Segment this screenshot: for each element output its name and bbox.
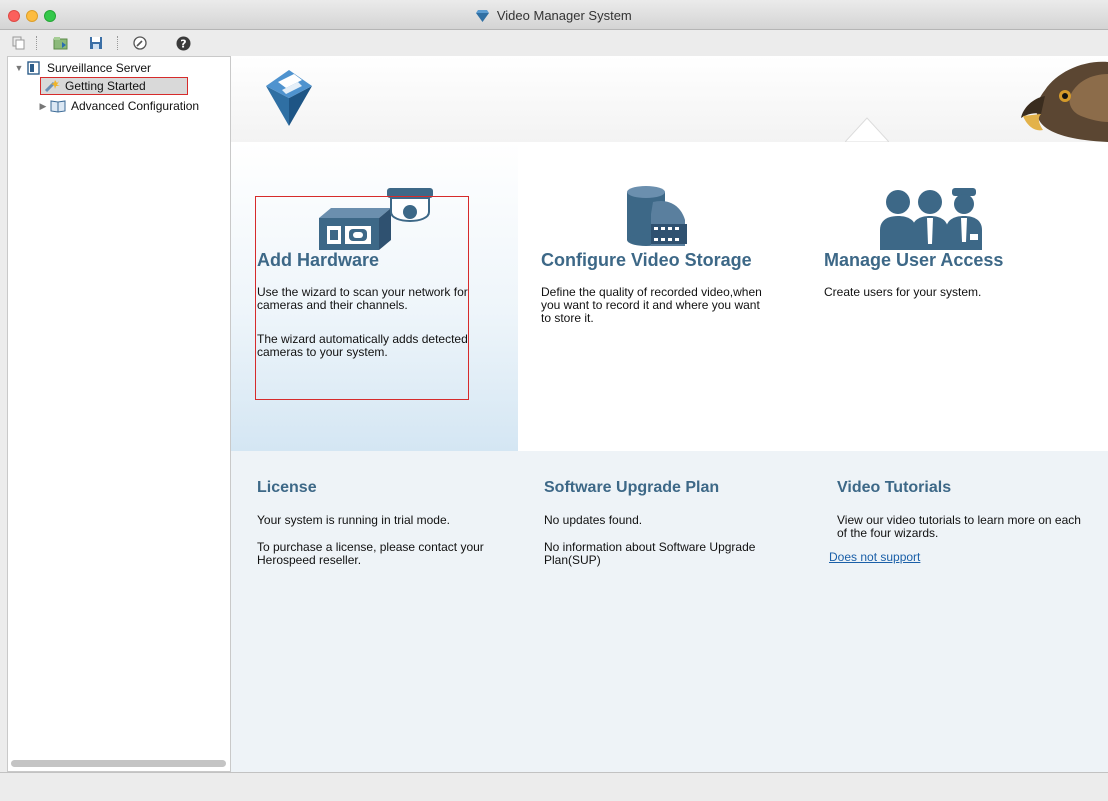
wizard-title: Manage User Access <box>824 250 1004 270</box>
server-icon <box>27 61 40 75</box>
copy-icon[interactable] <box>10 34 28 52</box>
tree-item-surveillance-server[interactable]: ▼ Surveillance Server <box>12 59 152 77</box>
license-text: To purchase a license, please contact yo… <box>257 540 484 567</box>
svg-text:?: ? <box>180 37 186 50</box>
wizard-description: Use the wizard to scan your network for … <box>257 285 468 312</box>
book-icon <box>50 100 66 113</box>
toolbar-separator <box>117 36 118 50</box>
license-text: Your system is running in trial mode. <box>257 513 450 527</box>
license-title: License <box>257 479 317 496</box>
wizard-description: Define the quality of recorded video,whe… <box>541 285 762 325</box>
save-icon[interactable] <box>87 34 105 52</box>
upgrade-title: Software Upgrade Plan <box>544 479 720 496</box>
wizard-icon <box>44 80 60 93</box>
tutorials-title: Video Tutorials <box>837 479 952 496</box>
title-bar: Video Manager System <box>0 0 1108 30</box>
main-content: Add Hardware Use the wizard to scan your… <box>231 56 1108 772</box>
wizard-title: Configure Video Storage <box>541 250 752 270</box>
banner <box>231 56 1108 142</box>
status-bar <box>0 772 1108 801</box>
wizard-section: Add Hardware Use the wizard to scan your… <box>231 142 1108 451</box>
wizard-title: Add Hardware <box>257 250 380 270</box>
banner-notch <box>845 117 889 142</box>
info-section: License Your system is running in trial … <box>231 451 1108 772</box>
hardware-camera-icon <box>319 188 433 250</box>
toolbar: ? <box>0 30 1108 56</box>
upgrade-text: No information about Software Upgrade Pl… <box>544 540 756 567</box>
tree-item-advanced-configuration[interactable]: ▶ Advanced Configuration <box>36 97 200 115</box>
users-icon <box>880 188 982 250</box>
tree-item-label: Surveillance Server <box>47 61 152 75</box>
window-title: Video Manager System <box>496 8 632 23</box>
navigation-tree: ▼ Surveillance Server Getting Started ▶ … <box>7 56 231 772</box>
help-icon[interactable]: ? <box>174 34 192 52</box>
video-storage-icon <box>627 186 687 246</box>
brand-logo-icon <box>266 70 312 126</box>
expand-triangle-icon[interactable]: ▼ <box>12 63 26 73</box>
wizard-description: Create users for your system. <box>824 285 982 299</box>
import-icon[interactable] <box>52 34 70 52</box>
tutorials-text: View our video tutorials to learn more o… <box>837 513 1081 540</box>
tree-item-label: Getting Started <box>65 79 146 93</box>
tree-item-label: Advanced Configuration <box>71 99 200 113</box>
settings-icon[interactable] <box>131 34 149 52</box>
upgrade-text: No updates found. <box>544 513 643 527</box>
window-title-area: Video Manager System <box>0 8 1108 23</box>
toolbar-separator <box>36 36 37 50</box>
tutorials-link[interactable]: Does not support <box>829 550 920 564</box>
tree-item-getting-started[interactable]: Getting Started <box>40 77 188 95</box>
collapse-triangle-icon[interactable]: ▶ <box>36 101 50 112</box>
eagle-icon <box>1021 61 1108 142</box>
wizard-description: The wizard automatically adds detected c… <box>257 332 468 359</box>
app-logo-icon <box>476 10 490 22</box>
horizontal-scrollbar[interactable] <box>11 760 226 767</box>
